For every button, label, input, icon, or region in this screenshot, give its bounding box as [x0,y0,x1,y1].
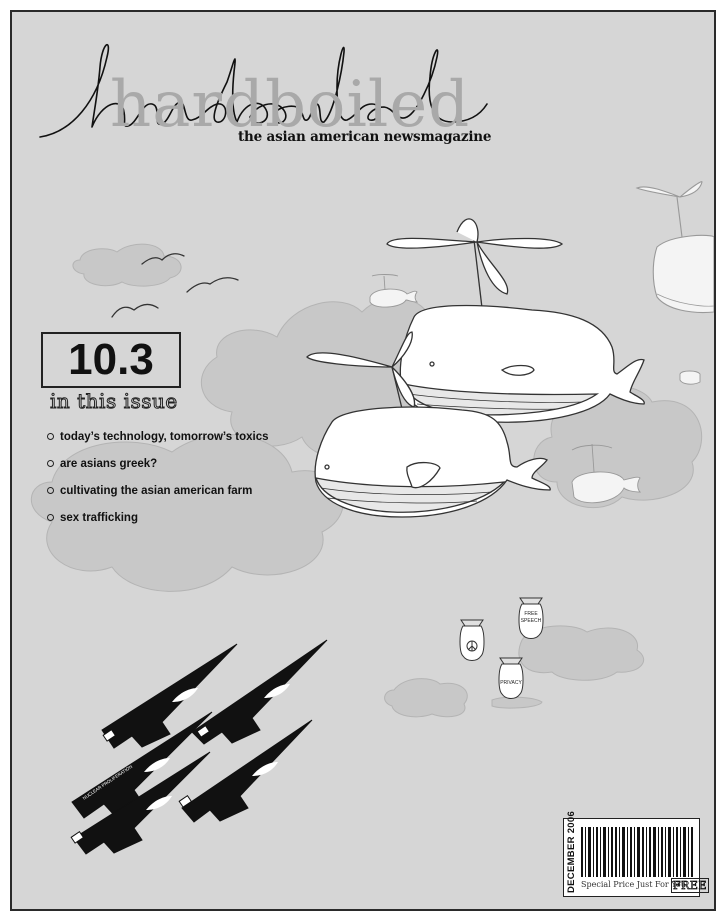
barcode-box: DECEMBER 2006 Special Price Just For You… [563,811,709,897]
bomb-free-speech: FREE SPEECH [518,597,544,639]
bird-2 [186,277,239,293]
jet-2 [191,639,328,745]
jets: NUCLEAR PROLIFERATION [70,639,328,855]
in-this-issue-heading: in this issue [50,389,178,414]
bird-3 [111,303,159,318]
whale-right [635,181,714,314]
issue-date: DECEMBER 2006 [566,810,577,893]
masthead-tagline: the asian american newsmagazine [238,129,492,145]
contents-item: sex trafficking [46,511,269,538]
magazine-cover: FREE SPEECH PRIVACY NUCLEAR PROLIFERATIO… [10,10,716,911]
cloud-bomb-shadow [491,696,543,709]
cloud-lower-small [384,678,468,718]
table-of-contents: today’s technology, tomorrow’s toxics ar… [46,430,269,538]
svg-text:PRIVACY: PRIVACY [500,680,522,686]
bomb-peace [459,619,485,661]
bomb-privacy: PRIVACY [498,657,524,699]
contents-item: today’s technology, tomorrow’s toxics [46,430,269,457]
svg-text:FREE: FREE [524,611,538,617]
barcode [581,827,693,877]
cloud-top-left [72,243,182,287]
whale-top [386,218,645,423]
issue-number: 10.3 [68,335,154,384]
propeller-top [386,218,564,295]
issue-number-box: 10.3 [41,332,181,388]
price-free: FREE [671,878,709,893]
contents-item: are asians greek? [46,457,269,484]
svg-text:SPEECH: SPEECH [521,618,542,624]
contents-item: cultivating the asian american farm [46,484,269,511]
